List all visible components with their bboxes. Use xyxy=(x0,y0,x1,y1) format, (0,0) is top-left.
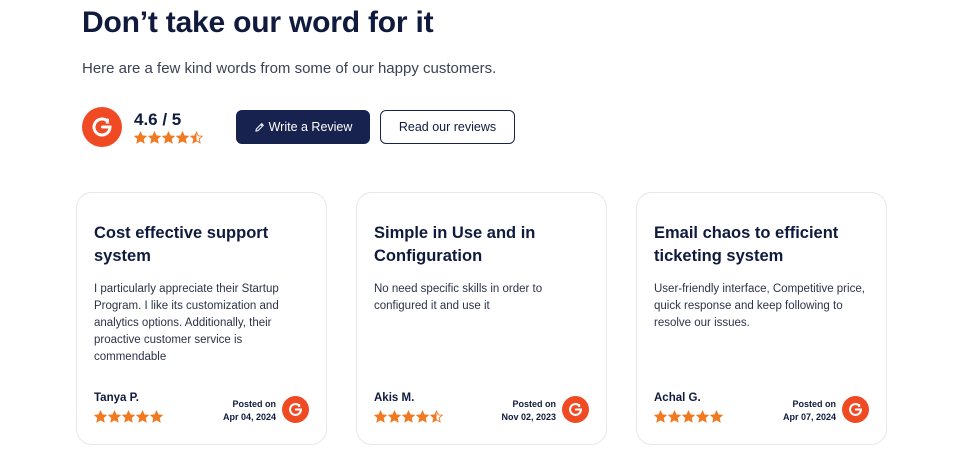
g2-logo-icon: 2 xyxy=(562,396,589,423)
star-full-icon xyxy=(150,410,163,423)
review-body: No need specific skills in order to conf… xyxy=(374,283,543,312)
star-full-icon xyxy=(416,410,429,423)
star-full-icon xyxy=(122,410,135,423)
review-stars xyxy=(654,410,723,423)
star-full-icon xyxy=(388,410,401,423)
overall-rating: 2 4.6 / 5 xyxy=(82,106,203,148)
review-card: Email chaos to efficient ticketing syste… xyxy=(636,192,887,445)
star-full-icon xyxy=(162,131,175,144)
star-full-icon xyxy=(668,410,681,423)
g2-logo-icon: 2 xyxy=(842,396,869,423)
star-full-icon xyxy=(136,410,149,423)
page-subtitle: Here are a few kind words from some of o… xyxy=(82,60,497,77)
star-half-icon xyxy=(190,131,203,144)
review-body: I particularly appreciate their Startup … xyxy=(94,283,279,363)
svg-text:2: 2 xyxy=(298,403,301,409)
review-card: Simple in Use and in Configuration No ne… xyxy=(356,192,607,445)
review-author: Achal G. xyxy=(654,392,701,404)
read-reviews-button[interactable]: Read our reviews xyxy=(380,110,515,144)
pencil-icon xyxy=(254,122,265,133)
g2-logo-icon: 2 xyxy=(282,396,309,423)
star-full-icon xyxy=(710,410,723,423)
g2-logo-icon: 2 xyxy=(82,107,122,147)
star-full-icon xyxy=(696,410,709,423)
read-reviews-label: Read our reviews xyxy=(398,120,497,134)
star-full-icon xyxy=(402,410,415,423)
rating-score: 4.6 / 5 xyxy=(134,110,182,129)
posted-label: Posted on xyxy=(792,399,836,409)
review-posted: Posted on Apr 07, 2024 xyxy=(783,398,836,424)
svg-text:2: 2 xyxy=(578,403,581,409)
review-title: Cost effective support system xyxy=(94,224,269,265)
star-full-icon xyxy=(682,410,695,423)
posted-date: Apr 07, 2024 xyxy=(782,412,836,422)
star-full-icon xyxy=(94,410,107,423)
review-posted: Posted on Apr 04, 2024 xyxy=(223,398,276,424)
review-body: User-friendly interface, Competitive pri… xyxy=(654,283,865,329)
rating-stars xyxy=(134,131,203,144)
star-full-icon xyxy=(134,131,147,144)
write-review-button[interactable]: Write a Review xyxy=(236,110,370,144)
star-full-icon xyxy=(148,131,161,144)
posted-date: Nov 02, 2023 xyxy=(501,412,556,422)
posted-date: Apr 04, 2024 xyxy=(222,412,276,422)
star-full-icon xyxy=(176,131,189,144)
star-half-icon xyxy=(430,410,443,423)
review-author: Tanya P. xyxy=(94,392,139,404)
star-full-icon xyxy=(654,410,667,423)
review-author: Akis M. xyxy=(374,392,415,404)
review-posted: Posted on Nov 02, 2023 xyxy=(501,398,556,424)
star-full-icon xyxy=(374,410,387,423)
review-card: Cost effective support system I particul… xyxy=(76,192,327,445)
star-full-icon xyxy=(108,410,121,423)
review-stars xyxy=(94,410,163,423)
posted-label: Posted on xyxy=(232,399,276,409)
review-title: Email chaos to efficient ticketing syste… xyxy=(654,224,839,265)
review-title: Simple in Use and in Configuration xyxy=(374,224,536,265)
posted-label: Posted on xyxy=(512,399,556,409)
svg-text:2: 2 xyxy=(858,403,861,409)
write-review-label: Write a Review xyxy=(268,120,353,134)
page-title: Don’t take our word for it xyxy=(82,6,434,39)
svg-text:2: 2 xyxy=(106,119,110,126)
review-stars xyxy=(374,410,443,423)
